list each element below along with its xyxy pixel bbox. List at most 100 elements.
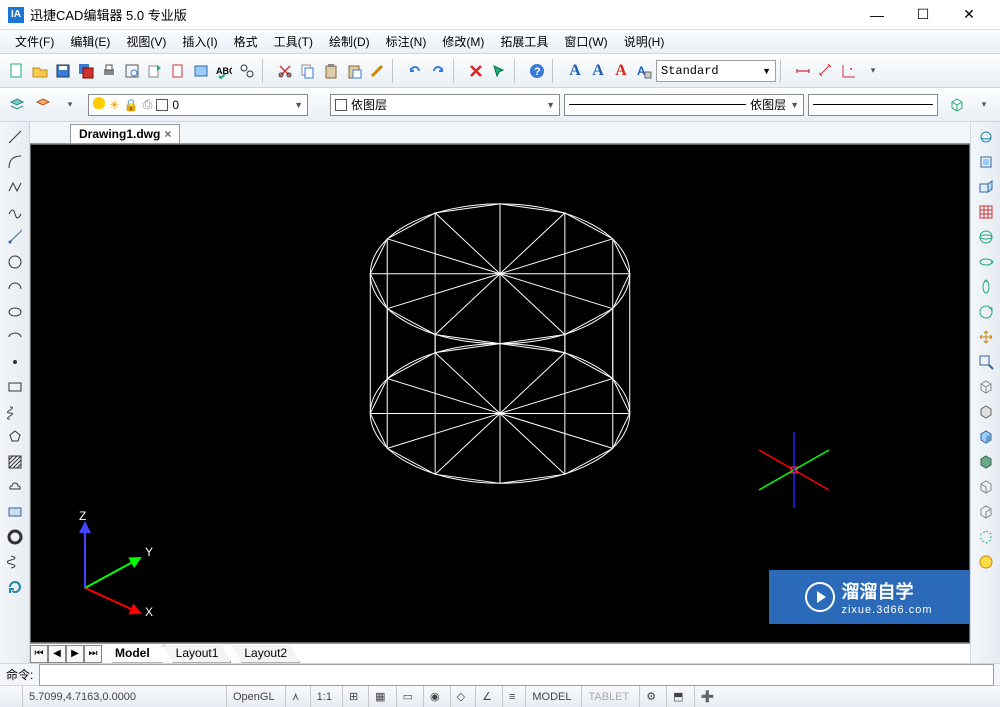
cloud-tool-icon[interactable] xyxy=(4,476,26,498)
menu-file[interactable]: 文件(F) xyxy=(8,31,61,52)
text-style-select[interactable]: Standard ▼ xyxy=(656,60,776,82)
view-top-icon[interactable] xyxy=(975,151,997,173)
menu-extend[interactable]: 拓展工具 xyxy=(493,31,555,52)
arc-tool-icon[interactable] xyxy=(4,151,26,173)
layout-tab-2[interactable]: Layout2 xyxy=(231,645,300,663)
view-front-icon[interactable] xyxy=(975,176,997,198)
close-button[interactable]: ✕ xyxy=(946,0,992,30)
layer-dropdown[interactable] xyxy=(58,94,80,116)
visual-hidden-icon[interactable] xyxy=(975,401,997,423)
status-ortho-icon[interactable]: ▭ xyxy=(396,686,419,707)
color-select[interactable]: 依图层 ▼ xyxy=(330,94,560,116)
refresh-icon[interactable] xyxy=(4,576,26,598)
status-grid-icon[interactable]: ▦ xyxy=(368,686,391,707)
visual-iso-left-icon[interactable] xyxy=(975,476,997,498)
status-renderer[interactable]: OpenGL xyxy=(226,686,281,707)
menu-window[interactable]: 窗口(W) xyxy=(557,31,614,52)
layout-tab-model[interactable]: Model xyxy=(102,645,163,663)
save-icon[interactable] xyxy=(52,60,74,82)
layer-manager-icon[interactable] xyxy=(6,94,28,116)
status-drafting-icon[interactable]: ⋏ xyxy=(285,686,306,707)
status-layer-icon[interactable]: ⬒ xyxy=(666,686,689,707)
polygon-tool-icon[interactable] xyxy=(4,426,26,448)
maximize-button[interactable]: ☐ xyxy=(900,0,946,30)
paste-special-icon[interactable] xyxy=(343,60,365,82)
rectangle-tool-icon[interactable] xyxy=(4,376,26,398)
ray-tool-icon[interactable] xyxy=(4,226,26,248)
orbit-z-icon[interactable] xyxy=(975,301,997,323)
status-polar-icon[interactable]: ◉ xyxy=(423,686,446,707)
new-file-icon[interactable] xyxy=(6,60,28,82)
undo-icon[interactable] xyxy=(404,60,426,82)
match-properties-icon[interactable] xyxy=(366,60,388,82)
menu-edit[interactable]: 编辑(E) xyxy=(63,31,117,52)
iso-view-icon[interactable] xyxy=(946,94,968,116)
menu-dimension[interactable]: 标注(N) xyxy=(379,31,434,52)
line-tool-icon[interactable] xyxy=(4,126,26,148)
command-input[interactable] xyxy=(39,664,994,686)
menu-modify[interactable]: 修改(M) xyxy=(435,31,491,52)
orbit-x-icon[interactable] xyxy=(975,251,997,273)
circle-tool-icon[interactable] xyxy=(4,251,26,273)
arc3p-tool-icon[interactable] xyxy=(4,276,26,298)
helix-tool-icon[interactable] xyxy=(4,551,26,573)
save-as-icon[interactable] xyxy=(75,60,97,82)
text-style-a3-icon[interactable]: A xyxy=(610,60,632,82)
find-icon[interactable] xyxy=(236,60,258,82)
orbit-y-icon[interactable] xyxy=(975,276,997,298)
help-icon[interactable]: ? xyxy=(526,60,548,82)
hatch-tool-icon[interactable] xyxy=(4,451,26,473)
minimize-button[interactable]: — xyxy=(854,0,900,30)
open-file-icon[interactable] xyxy=(29,60,51,82)
publish-icon[interactable] xyxy=(144,60,166,82)
drawing-canvas[interactable]: X Y Z 溜溜自学 zixue.3d66.com xyxy=(30,144,970,643)
copy-icon[interactable] xyxy=(297,60,319,82)
text-style-a1-icon[interactable]: A xyxy=(564,60,586,82)
visual-xray-icon[interactable] xyxy=(975,526,997,548)
export-pdf-icon[interactable] xyxy=(167,60,189,82)
status-osnap-icon[interactable]: ◇ xyxy=(450,686,471,707)
region-tool-icon[interactable] xyxy=(4,501,26,523)
render-icon[interactable] xyxy=(975,551,997,573)
status-settings-icon[interactable]: ⚙ xyxy=(639,686,662,707)
point-tool-icon[interactable] xyxy=(4,351,26,373)
menu-view[interactable]: 视图(V) xyxy=(119,31,173,52)
status-snap-icon[interactable]: ⊞ xyxy=(342,686,364,707)
lineweight-select[interactable] xyxy=(808,94,938,116)
status-lwt-icon[interactable]: ≡ xyxy=(502,686,521,707)
zoom-window-icon[interactable] xyxy=(975,351,997,373)
doc-tab-active[interactable]: Drawing1.dwg × xyxy=(70,124,180,143)
spring-tool-icon[interactable] xyxy=(4,401,26,423)
layout-last-icon[interactable]: ⏭ xyxy=(84,645,102,663)
menu-help[interactable]: 说明(H) xyxy=(617,31,672,52)
status-model[interactable]: MODEL xyxy=(525,686,577,707)
visual-shaded-icon[interactable] xyxy=(975,426,997,448)
dim-more-dropdown[interactable] xyxy=(861,60,883,82)
visual-iso-right-icon[interactable] xyxy=(975,501,997,523)
ellipse-arc-tool-icon[interactable] xyxy=(4,326,26,348)
donut-tool-icon[interactable] xyxy=(4,526,26,548)
doc-tab-close-icon[interactable]: × xyxy=(164,127,171,141)
layout-tab-1[interactable]: Layout1 xyxy=(163,645,232,663)
export-image-icon[interactable] xyxy=(190,60,212,82)
select-icon[interactable] xyxy=(488,60,510,82)
text-config-icon[interactable]: A xyxy=(633,60,655,82)
layer-states-icon[interactable] xyxy=(32,94,54,116)
menu-tools[interactable]: 工具(T) xyxy=(267,31,320,52)
menu-insert[interactable]: 插入(I) xyxy=(175,31,224,52)
status-tablet[interactable]: TABLET xyxy=(581,686,635,707)
layout-prev-icon[interactable]: ◀ xyxy=(48,645,66,663)
visual-realistic-icon[interactable] xyxy=(975,451,997,473)
spell-check-icon[interactable]: ABC xyxy=(213,60,235,82)
menu-draw[interactable]: 绘制(D) xyxy=(322,31,377,52)
text-style-a2-icon[interactable]: A xyxy=(587,60,609,82)
dim-ord-icon[interactable] xyxy=(838,60,860,82)
move3d-icon[interactable] xyxy=(975,326,997,348)
print-preview-icon[interactable] xyxy=(121,60,143,82)
layout-first-icon[interactable]: ⏮ xyxy=(30,645,48,663)
orbit-free-icon[interactable] xyxy=(975,226,997,248)
cut-icon[interactable] xyxy=(274,60,296,82)
view-more-dropdown[interactable] xyxy=(972,94,994,116)
view-grid-icon[interactable] xyxy=(975,201,997,223)
dim-linear-icon[interactable] xyxy=(792,60,814,82)
